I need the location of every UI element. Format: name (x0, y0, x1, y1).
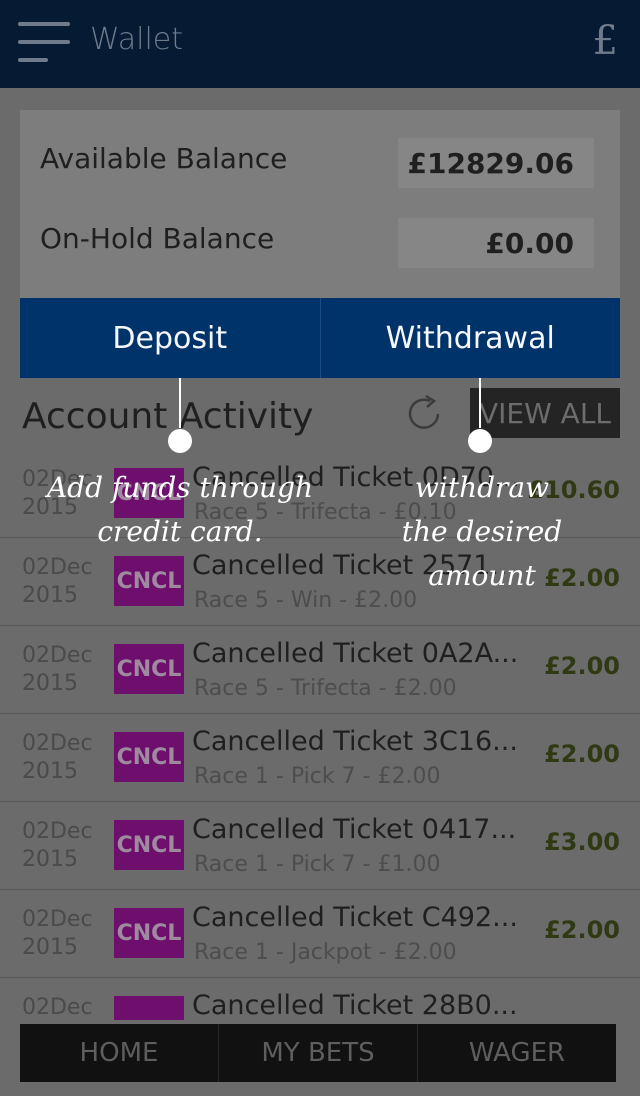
account-activity-title: Account Activity (22, 396, 314, 437)
ticket-amount: £2.00 (544, 916, 620, 944)
ticket-detail: Race 1 - Jackpot - £2.00 (194, 940, 457, 965)
refresh-icon[interactable] (402, 392, 446, 436)
ticket-date: 02Dec 2015 (22, 907, 93, 960)
nav-wager[interactable]: WAGER (417, 1024, 616, 1082)
balance-card: Available Balance £12829.06 On-Hold Bala… (20, 110, 620, 298)
ticket-amount: £3.00 (544, 828, 620, 856)
list-item[interactable]: 02Dec Cancelled Ticket 28B0... (0, 978, 640, 1020)
pound-icon[interactable]: £ (593, 18, 618, 64)
ticket-amount: £2.00 (544, 652, 620, 680)
ticket-name: Cancelled Ticket 0417... (192, 814, 517, 845)
withdrawal-button[interactable]: Withdrawal (319, 298, 620, 378)
deposit-callout-line (179, 378, 181, 428)
ticket-date: 02Dec 2015 (22, 819, 93, 872)
menu-icon[interactable] (18, 22, 70, 66)
list-item[interactable]: 02Dec 2015 CNCL Cancelled Ticket 0417... … (0, 802, 640, 890)
available-balance-label: Available Balance (40, 142, 288, 175)
withdraw-callout-dot (468, 429, 492, 453)
ticket-name: Cancelled Ticket C492... (192, 902, 518, 933)
deposit-callout-dot (168, 429, 192, 453)
status-badge (114, 996, 184, 1020)
page-title: Wallet (90, 22, 184, 57)
ticket-detail: Race 5 - Trifecta - £2.00 (194, 676, 457, 701)
list-item[interactable]: 02Dec 2015 CNCL Cancelled Ticket 0A2A... … (0, 626, 640, 714)
available-balance-value: £12829.06 (398, 138, 594, 188)
ticket-amount: £2.00 (544, 740, 620, 768)
list-item[interactable]: 02Dec 2015 CNCL Cancelled Ticket C492... … (0, 890, 640, 978)
ticket-name: Cancelled Ticket 3C16... (192, 726, 518, 757)
status-badge: CNCL (114, 556, 184, 606)
bottom-nav: HOME MY BETS WAGER (20, 1024, 616, 1082)
deposit-callout-text: Add funds through credit card. (46, 471, 314, 548)
ticket-date: 02Dec 2015 (22, 555, 93, 608)
ticket-date: 02Dec (22, 995, 93, 1020)
list-item[interactable]: 02Dec 2015 CNCL Cancelled Ticket 3C16... … (0, 714, 640, 802)
ticket-detail: Race 1 - Pick 7 - £1.00 (194, 852, 441, 877)
ticket-name: Cancelled Ticket 28B0... (192, 990, 518, 1020)
ticket-date: 02Dec 2015 (22, 643, 93, 696)
view-all-button[interactable]: VIEW ALL (470, 388, 620, 438)
status-badge: CNCL (114, 908, 184, 958)
ticket-detail: Race 1 - Pick 7 - £2.00 (194, 764, 441, 789)
nav-my-bets[interactable]: MY BETS (218, 1024, 417, 1082)
wallet-actions: Deposit Withdrawal (20, 298, 620, 378)
app-header: Wallet £ (0, 0, 640, 88)
ticket-detail: Race 5 - Win - £2.00 (194, 588, 418, 613)
nav-home[interactable]: HOME (20, 1024, 218, 1082)
status-badge: CNCL (114, 732, 184, 782)
status-badge: CNCL (114, 644, 184, 694)
withdraw-callout-line (479, 378, 481, 428)
status-badge: CNCL (114, 820, 184, 870)
ticket-name: Cancelled Ticket 0A2A... (192, 638, 519, 669)
ticket-date: 02Dec 2015 (22, 731, 93, 784)
onhold-balance-label: On-Hold Balance (40, 222, 275, 255)
onhold-balance-value: £0.00 (398, 218, 594, 268)
withdraw-callout-text: withdraw the desired amount (401, 471, 563, 592)
deposit-button[interactable]: Deposit (20, 298, 320, 378)
